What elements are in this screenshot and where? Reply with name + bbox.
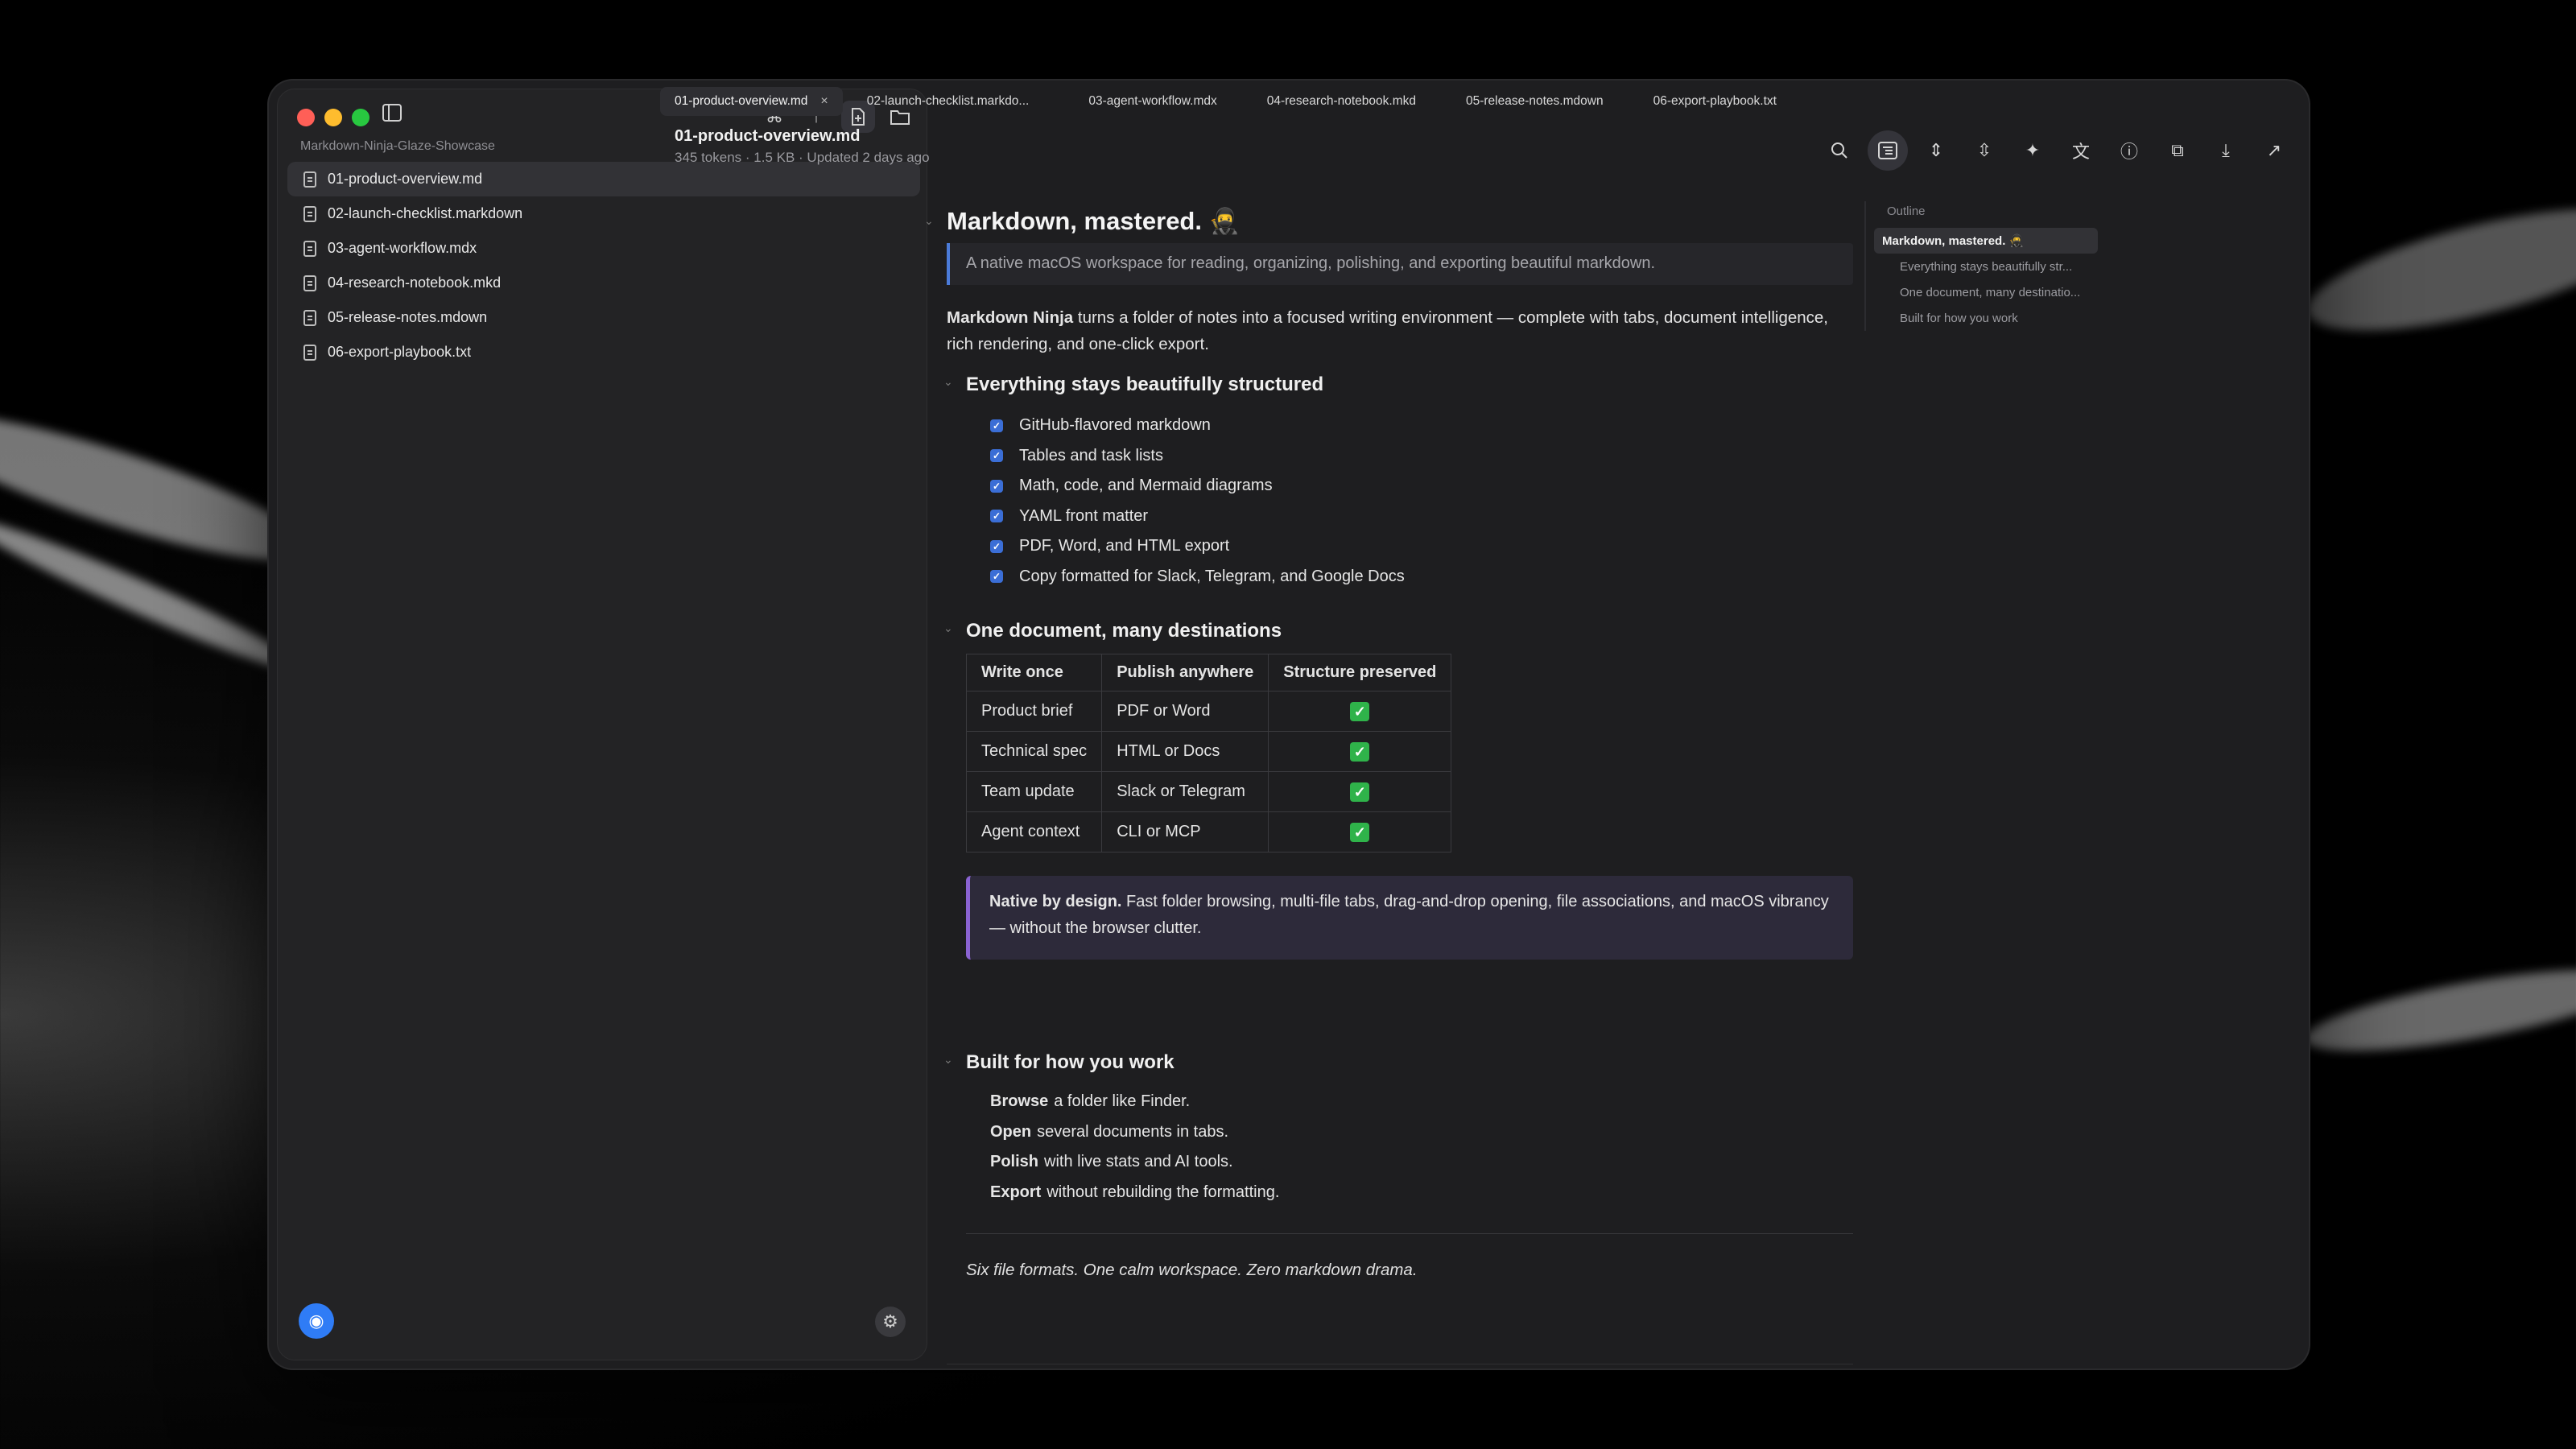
outline-title: Outline bbox=[1887, 204, 1926, 218]
task-label: Copy formatted for Slack, Telegram, and … bbox=[1019, 567, 1405, 585]
check-mark-icon: ✓ bbox=[1350, 782, 1370, 802]
checkbox[interactable]: ✓ bbox=[990, 419, 1003, 432]
list-item: Export without rebuilding the formatting. bbox=[990, 1178, 1279, 1208]
closing-line: Six file formats. One calm workspace. Ze… bbox=[966, 1261, 1418, 1279]
heading-h2: Everything stays beautifully structured bbox=[966, 374, 1324, 395]
table-cell: Technical spec bbox=[965, 731, 1103, 772]
table-header: Write once bbox=[965, 654, 1103, 691]
table-cell: ✓ bbox=[1268, 691, 1452, 732]
callout-bold: Native by design. bbox=[989, 893, 1122, 910]
table-cell: PDF or Word bbox=[1101, 691, 1269, 732]
horizontal-rule bbox=[966, 1233, 1853, 1234]
heading-h2: Built for how you work bbox=[966, 1051, 1174, 1073]
intro-paragraph: Markdown Ninja turns a folder of notes i… bbox=[947, 304, 1856, 357]
checkbox[interactable]: ✓ bbox=[990, 510, 1003, 523]
table-cell: HTML or Docs bbox=[1101, 731, 1269, 772]
table-cell: CLI or MCP bbox=[1101, 811, 1269, 852]
table-cell: Slack or Telegram bbox=[1101, 771, 1269, 812]
work-list: Browse a folder like Finder. Open several … bbox=[990, 1087, 1279, 1208]
blockquote: A native macOS workspace for reading, or… bbox=[947, 243, 1853, 285]
callout-note: Native by design. Fast folder browsing, … bbox=[966, 876, 1853, 960]
task-item: ✓ PDF, Word, and HTML export bbox=[990, 531, 1405, 562]
table-row: Agent context CLI or MCP ✓ bbox=[965, 811, 1452, 852]
list-item: Open several documents in tabs. bbox=[990, 1117, 1279, 1148]
task-item: ✓ Tables and task lists bbox=[990, 441, 1405, 472]
outline-item[interactable]: Markdown, mastered. 🥷 bbox=[1874, 228, 2098, 254]
list-item-text: several documents in tabs. bbox=[1037, 1122, 1229, 1141]
table-cell: Team update bbox=[965, 771, 1103, 812]
task-label: Math, code, and Mermaid diagrams bbox=[1019, 477, 1273, 495]
table-row: Team update Slack or Telegram ✓ bbox=[965, 771, 1452, 812]
table-cell: ✓ bbox=[1268, 731, 1452, 772]
checkbox[interactable]: ✓ bbox=[990, 449, 1003, 463]
heading-h2: One document, many destinations bbox=[966, 620, 1282, 642]
checkbox[interactable]: ✓ bbox=[990, 570, 1003, 584]
table-header-row: Write once Publish anywhere Structure pr… bbox=[965, 654, 1452, 691]
intro-bold: Markdown Ninja bbox=[947, 308, 1074, 327]
outline-panel: Outline Markdown, mastered. 🥷 Everything… bbox=[1864, 201, 2098, 331]
list-item-text: without rebuilding the formatting. bbox=[1046, 1183, 1280, 1201]
fold-chevron-icon[interactable]: ⌄ bbox=[924, 214, 934, 228]
task-label: GitHub-flavored markdown bbox=[1019, 416, 1211, 435]
table-row: Technical spec HTML or Docs ✓ bbox=[965, 731, 1452, 772]
table-row: Product brief PDF or Word ✓ bbox=[965, 691, 1452, 732]
table-header: Structure preserved bbox=[1268, 654, 1452, 691]
app-window: ⌘ ↑ Markdown-Ninja-Glaze-Showcase 01-pro… bbox=[269, 80, 2309, 1368]
list-item-bold: Open bbox=[990, 1122, 1032, 1141]
list-item-bold: Export bbox=[990, 1183, 1042, 1201]
outline-item[interactable]: Built for how you work bbox=[1874, 305, 2098, 331]
checkbox[interactable]: ✓ bbox=[990, 479, 1003, 493]
intro-text: turns a folder of notes into a focused w… bbox=[947, 308, 1828, 353]
task-item: ✓ Copy formatted for Slack, Telegram, and… bbox=[990, 562, 1405, 592]
destinations-table: Write once Publish anywhere Structure pr… bbox=[965, 654, 1452, 852]
table-cell: Agent context bbox=[965, 811, 1103, 852]
check-mark-icon: ✓ bbox=[1350, 822, 1370, 842]
list-item-bold: Browse bbox=[990, 1092, 1049, 1111]
heading-h1: Markdown, mastered. 🥷 bbox=[947, 207, 1241, 235]
outline-item[interactable]: One document, many destinatio... bbox=[1874, 279, 2098, 305]
list-item-text: with live stats and AI tools. bbox=[1044, 1153, 1233, 1171]
table-cell: ✓ bbox=[1268, 771, 1452, 812]
list-item-bold: Polish bbox=[990, 1153, 1039, 1171]
table-cell: ✓ bbox=[1268, 811, 1452, 852]
check-mark-icon: ✓ bbox=[1350, 741, 1370, 762]
task-label: YAML front matter bbox=[1019, 506, 1149, 525]
background-streak bbox=[2297, 184, 2576, 356]
task-list: ✓ GitHub-flavored markdown ✓ Tables and ta… bbox=[990, 411, 1405, 592]
fold-chevron-icon[interactable]: ⌄ bbox=[943, 375, 953, 389]
list-item: Browse a folder like Finder. bbox=[990, 1087, 1279, 1117]
fold-chevron-icon[interactable]: ⌄ bbox=[943, 621, 953, 635]
table-cell: Product brief bbox=[965, 691, 1103, 732]
checkbox[interactable]: ✓ bbox=[990, 539, 1003, 553]
fold-chevron-icon[interactable]: ⌄ bbox=[943, 1053, 953, 1067]
task-label: Tables and task lists bbox=[1019, 446, 1163, 464]
task-label: PDF, Word, and HTML export bbox=[1019, 537, 1230, 555]
outline-item[interactable]: Everything stays beautifully str... bbox=[1874, 254, 2098, 279]
list-item: Polish with live stats and AI tools. bbox=[990, 1147, 1279, 1178]
background-streak bbox=[2300, 953, 2576, 1067]
task-item: ✓ Math, code, and Mermaid diagrams bbox=[990, 471, 1405, 502]
list-item-text: a folder like Finder. bbox=[1054, 1092, 1191, 1111]
task-item: ✓ YAML front matter bbox=[990, 502, 1405, 532]
task-item: ✓ GitHub-flavored markdown bbox=[990, 411, 1405, 441]
table-header: Publish anywhere bbox=[1101, 654, 1269, 691]
check-mark-icon: ✓ bbox=[1350, 701, 1370, 721]
